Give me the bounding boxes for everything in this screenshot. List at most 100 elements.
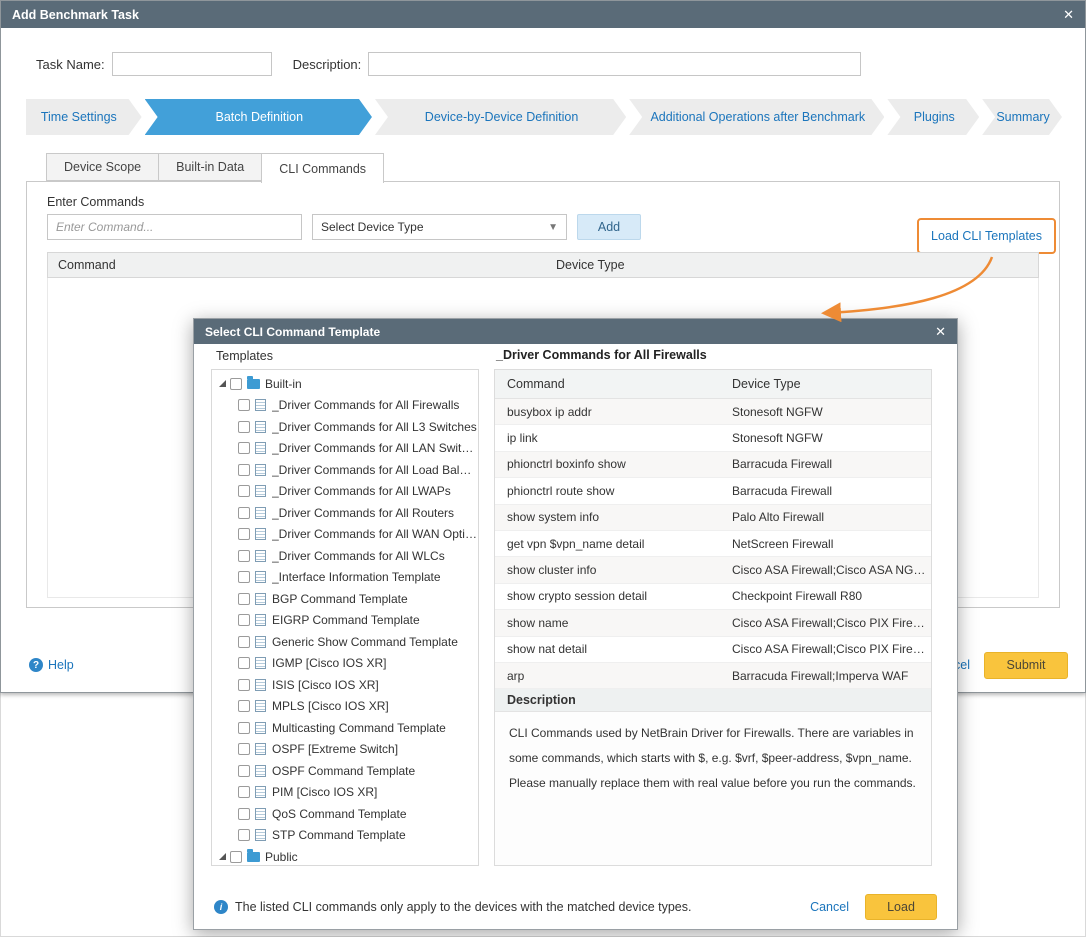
checkbox[interactable] [238, 593, 250, 605]
submit-button[interactable]: Submit [984, 652, 1068, 679]
load-cli-templates-link[interactable]: Load CLI Templates [931, 229, 1042, 243]
command-cell: phionctrl boxinfo show [495, 457, 720, 471]
add-button[interactable]: Add [577, 214, 641, 240]
checkbox[interactable] [238, 550, 250, 562]
tree-item[interactable]: _Driver Commands for All Load Balanc... [212, 459, 478, 481]
checkbox[interactable] [238, 657, 250, 669]
wizard-tab-plugins[interactable]: Plugins [887, 99, 979, 135]
wizard-tab-device-by-device-definition[interactable]: Device-by-Device Definition [375, 99, 626, 135]
tree-item[interactable]: PIM [Cisco IOS XR] [212, 782, 478, 804]
table-row: busybox ip addrStonesoft NGFW [495, 399, 931, 425]
wizard-tab-time-settings[interactable]: Time Settings [26, 99, 142, 135]
checkbox[interactable] [238, 808, 250, 820]
help-icon: ? [29, 658, 43, 672]
tab-device-scope[interactable]: Device Scope [46, 153, 159, 181]
tree-group-built-in[interactable]: Built-in [212, 373, 478, 395]
device-type-select[interactable]: Select Device Type ▼ [312, 214, 567, 240]
help-link[interactable]: ? Help [29, 658, 74, 672]
checkbox[interactable] [238, 399, 250, 411]
device-type-cell: Barracuda Firewall;Imperva WAF [720, 669, 931, 683]
checkbox[interactable] [238, 528, 250, 540]
tree-item[interactable]: OSPF [Extreme Switch] [212, 739, 478, 761]
modal-note-text: The listed CLI commands only apply to th… [235, 900, 691, 914]
tree-item[interactable]: _Driver Commands for All Routers [212, 502, 478, 524]
tree-item[interactable]: ISIS [Cisco IOS XR] [212, 674, 478, 696]
command-cell: arp [495, 669, 720, 683]
tab-built-in-data[interactable]: Built-in Data [158, 153, 262, 181]
task-name-input[interactable] [112, 52, 272, 76]
command-input[interactable] [47, 214, 302, 240]
tab-cli-commands[interactable]: CLI Commands [261, 153, 384, 183]
tree-item[interactable]: _Driver Commands for All LAN Switches [212, 438, 478, 460]
template-icon [255, 614, 266, 626]
checkbox[interactable] [238, 700, 250, 712]
checkbox[interactable] [238, 485, 250, 497]
folder-icon [247, 379, 260, 389]
tree-item[interactable]: _Driver Commands for All LWAPs [212, 481, 478, 503]
tree-item-label: MPLS [Cisco IOS XR] [272, 699, 389, 713]
tree-item[interactable]: EIGRP Command Template [212, 610, 478, 632]
help-label: Help [48, 658, 74, 672]
checkbox[interactable] [238, 421, 250, 433]
wizard-tab-additional-operations-after-benchmark[interactable]: Additional Operations after Benchmark [629, 99, 884, 135]
tree-item[interactable]: BGP Command Template [212, 588, 478, 610]
wizard-tab-summary[interactable]: Summary [982, 99, 1062, 135]
tree-item[interactable]: _Driver Commands for All L3 Switches [212, 416, 478, 438]
tree-item[interactable]: QoS Command Template [212, 803, 478, 825]
checkbox[interactable] [238, 722, 250, 734]
checkbox[interactable] [238, 679, 250, 691]
checkbox[interactable] [238, 743, 250, 755]
tree-item[interactable]: _Driver Commands for All Firewalls [212, 395, 478, 417]
tree-item-label: Generic Show Command Template [272, 635, 458, 649]
detail-header-device-type: Device Type [720, 377, 931, 391]
modal-close-icon[interactable]: ✕ [935, 324, 946, 340]
tree-item[interactable]: _Driver Commands for All WLCs [212, 545, 478, 567]
command-cell: show nat detail [495, 642, 720, 656]
commands-table-header-device-type: Device Type [546, 258, 1038, 272]
modal-footer: i The listed CLI commands only apply to … [194, 885, 957, 929]
template-icon [255, 399, 266, 411]
table-row: show cluster infoCisco ASA Firewall;Cisc… [495, 557, 931, 583]
checkbox[interactable] [238, 829, 250, 841]
tree-item-label: _Driver Commands for All LAN Switches [272, 441, 478, 455]
tree-item[interactable]: Multicasting Command Template [212, 717, 478, 739]
tree-item-label: OSPF [Extreme Switch] [272, 742, 398, 756]
tree-item[interactable]: _Interface Information Template [212, 567, 478, 589]
tree-item[interactable]: MPLS [Cisco IOS XR] [212, 696, 478, 718]
tree-item-label: _Driver Commands for All LWAPs [272, 484, 451, 498]
checkbox[interactable] [238, 786, 250, 798]
wizard-tab-bar: Time SettingsBatch DefinitionDevice-by-D… [26, 99, 1062, 135]
description-input[interactable] [368, 52, 861, 76]
tree-group-public[interactable]: Public [212, 846, 478, 866]
tree-item[interactable]: STP Command Template [212, 825, 478, 847]
checkbox[interactable] [230, 378, 242, 390]
table-row: get vpn $vpn_name detailNetScreen Firewa… [495, 531, 931, 557]
tree-item-label: ISIS [Cisco IOS XR] [272, 678, 379, 692]
tree-item[interactable]: _Driver Commands for All WAN Optimi... [212, 524, 478, 546]
load-button[interactable]: Load [865, 894, 937, 920]
checkbox[interactable] [238, 507, 250, 519]
tree-item[interactable]: OSPF Command Template [212, 760, 478, 782]
checkbox[interactable] [238, 442, 250, 454]
tree-expander-icon[interactable] [219, 853, 226, 860]
command-cell: show system info [495, 510, 720, 524]
checkbox[interactable] [238, 464, 250, 476]
checkbox[interactable] [230, 851, 242, 863]
screen: Add Benchmark Task ✕ Task Name: Descript… [0, 0, 1086, 937]
modal-cancel-button[interactable]: Cancel [810, 900, 849, 914]
checkbox[interactable] [238, 765, 250, 777]
table-row: phionctrl route showBarracuda Firewall [495, 478, 931, 504]
wizard-tab-batch-definition[interactable]: Batch Definition [145, 99, 372, 135]
folder-icon [247, 852, 260, 862]
close-icon[interactable]: ✕ [1063, 7, 1074, 23]
checkbox[interactable] [238, 571, 250, 583]
tree-item[interactable]: Generic Show Command Template [212, 631, 478, 653]
tree-expander-icon[interactable] [219, 380, 226, 387]
device-type-cell: Checkpoint Firewall R80 [720, 589, 931, 603]
checkbox[interactable] [238, 614, 250, 626]
checkbox[interactable] [238, 636, 250, 648]
table-row: show nameCisco ASA Firewall;Cisco PIX Fi… [495, 610, 931, 636]
tree-item-label: _Driver Commands for All WLCs [272, 549, 445, 563]
tree-item[interactable]: IGMP [Cisco IOS XR] [212, 653, 478, 675]
templates-label: Templates [216, 349, 273, 363]
